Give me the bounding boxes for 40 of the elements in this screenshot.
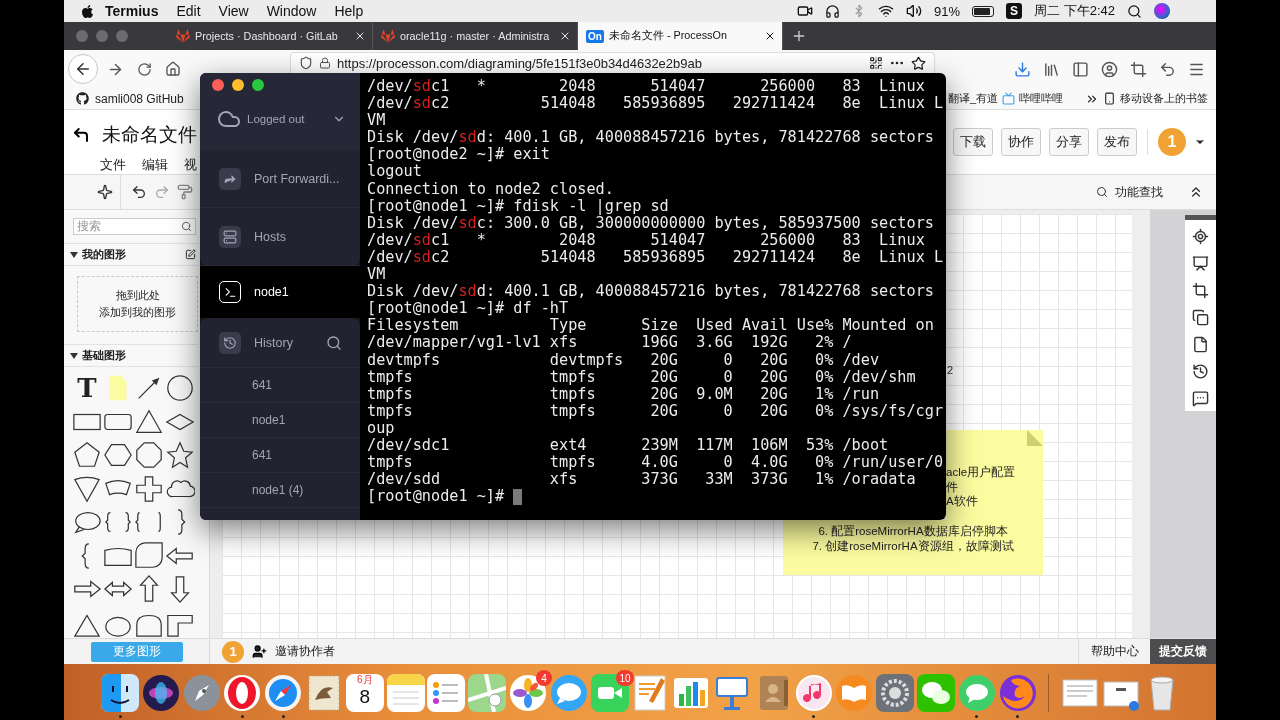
terminal-line: VM [367,112,387,130]
terminal-line: Filesystem Type Size Used Avail Use% Mounted on [367,317,935,335]
note-text: acle用户配置 [946,465,1017,480]
terminal-line: /dev/sdd xfs 373G 33M 373G 1% /oradata [367,471,917,489]
terminal-line: tmpfs tmpfs 20G 0 20G 0% /sys/fs/cgr [367,402,945,420]
terminal-line: /dev/sdc2 514048 585936895 292711424 8e Linux L [367,248,945,267]
terminal-line: tmpfs tmpfs 20G 0 20G 0% /dev/shm [367,368,917,386]
calendar-month: 6月 [357,674,373,686]
terminal-line: [root@node1 ~]# df -hT [367,300,570,318]
collaborator-count: 1 [222,640,244,663]
terminal-line: [root@node2 ~]# exit [367,146,551,164]
terminal-line: devtmpfs devtmpfs 20G 0 20G 0% /dev [367,351,881,369]
terminal-line: tmpfs tmpfs 20G 9.0M 20G 1% /run [367,385,881,403]
terminal-line: Connection to node2 closed. [367,180,615,198]
battery-percent: 91% [934,3,961,19]
hint-text: 添加到我的图形 [99,305,176,321]
note-text: 件 [946,479,959,495]
terminal-line: Disk /dev/sdc: 300.0 GB, 300000000000 bytes, 585937500 sectors [367,214,935,232]
hint-text: 拖到此处 [115,288,160,304]
terminal-line: logout [367,163,423,181]
calendar-day: 8 [359,686,371,708]
terminal-line: /dev/sdc1 * 2048 514047 256000 83 Linux [367,231,926,249]
terminal-line: /dev/mapper/vg1-lv1 xfs 196G 3.6G 192G 2% / [367,334,853,352]
notification-badge: 4 [535,670,552,686]
note-text: 6. 配置roseMirrorHA数据库启停脚本 [817,524,1009,539]
terminal-line: /dev/sdc1 * 2048 514047 256000 83 Linux [367,78,926,96]
terminal-line: VM [367,266,387,284]
terminal-line: Disk /dev/sdd: 400.1 GB, 400088457216 bytes, 781422768 sectors [367,129,935,147]
terminal-line: oup [367,419,395,437]
note-text: A软件 [946,494,979,510]
terminal-line: /dev/sdc2 514048 585936895 292711424 8e Linux L [367,95,945,113]
site-icon: On [586,29,604,43]
notification-badge: 10 [616,670,634,686]
terminal-line: /dev/sdc1 ext4 239M 117M 106M 53% /boot [367,436,890,455]
terminal-line: Disk /dev/sdd: 400.1 GB, 400088457216 bytes, 781422768 sectors [367,283,935,301]
terminal-line: tmpfs tmpfs 4.0G 0 4.0G 0% /run/user/0 [367,454,945,472]
terminal-line: [root@node1 ~]# fdisk -l |grep sd [367,197,670,215]
section-title: History [254,335,294,350]
note-text: 7. 创建roseMirrorHA资源组，故障测试 [811,538,1015,554]
terminal-prompt: [root@node1 ~]# [367,488,505,506]
